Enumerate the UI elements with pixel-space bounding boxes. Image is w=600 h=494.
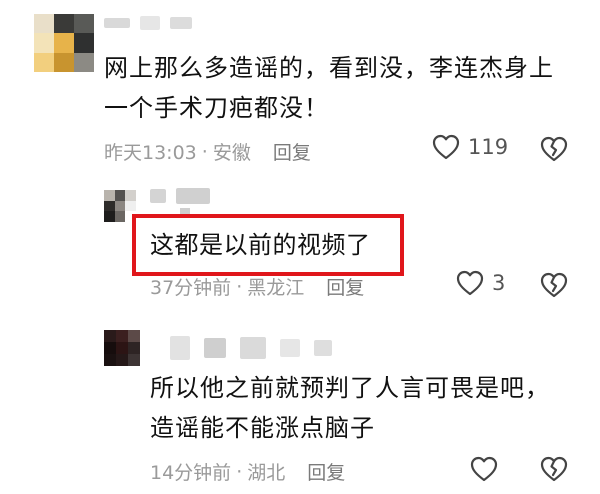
separator: ·	[236, 275, 243, 298]
location: 黑龙江	[247, 277, 305, 299]
reply-button[interactable]: 回复	[307, 458, 345, 485]
timestamp: 昨天13:03	[104, 142, 197, 164]
reply-button[interactable]: 回复	[273, 138, 311, 165]
username-blurred[interactable]	[170, 336, 332, 360]
comment-text: 网上那么多造谣的，看到没，李连杰身上 一个手术刀疤都没！	[104, 48, 554, 128]
comment-text-line: 所以他之前就预判了人言可畏是吧，	[150, 374, 550, 402]
heart-outline-icon	[432, 134, 460, 160]
username-blurred[interactable]	[104, 16, 192, 30]
comment-text-line: 网上那么多造谣的，看到没，李连杰身上	[104, 54, 554, 82]
timestamp: 14分钟前	[150, 462, 232, 484]
comment-meta: 14分钟前 · 湖北 回复	[150, 458, 345, 485]
avatar[interactable]	[34, 14, 94, 72]
comment-text: 这都是以前的视频了	[150, 231, 371, 259]
comment-meta: 昨天13:03 · 安徽 回复	[104, 138, 311, 165]
like-button[interactable]: 119	[432, 134, 508, 160]
broken-heart-icon	[540, 272, 568, 298]
comment-text-line: 造谣能不能涨点脑子	[150, 414, 375, 442]
timestamp: 37分钟前	[150, 277, 232, 299]
comment-text: 所以他之前就预判了人言可畏是吧， 造谣能不能涨点脑子	[150, 368, 550, 448]
heart-outline-icon	[456, 270, 484, 296]
location: 安徽	[212, 142, 251, 164]
broken-heart-icon	[540, 456, 568, 482]
dislike-button[interactable]	[540, 136, 568, 162]
username-blurred[interactable]	[150, 188, 210, 204]
broken-heart-icon	[540, 136, 568, 162]
like-count: 119	[468, 135, 509, 159]
dislike-button[interactable]	[540, 272, 568, 298]
reply-button[interactable]: 回复	[326, 273, 364, 300]
dislike-button[interactable]	[540, 456, 568, 482]
comment-meta: 37分钟前 · 黑龙江 回复	[150, 273, 364, 300]
like-button[interactable]: 3	[456, 270, 505, 296]
separator: ·	[201, 140, 208, 163]
comment-text-line: 一个手术刀疤都没！	[104, 94, 329, 122]
like-button[interactable]	[470, 456, 498, 482]
avatar[interactable]	[104, 330, 140, 366]
like-count: 3	[492, 271, 506, 295]
heart-outline-icon	[470, 456, 498, 482]
separator: ·	[236, 460, 243, 483]
location: 湖北	[247, 462, 286, 484]
